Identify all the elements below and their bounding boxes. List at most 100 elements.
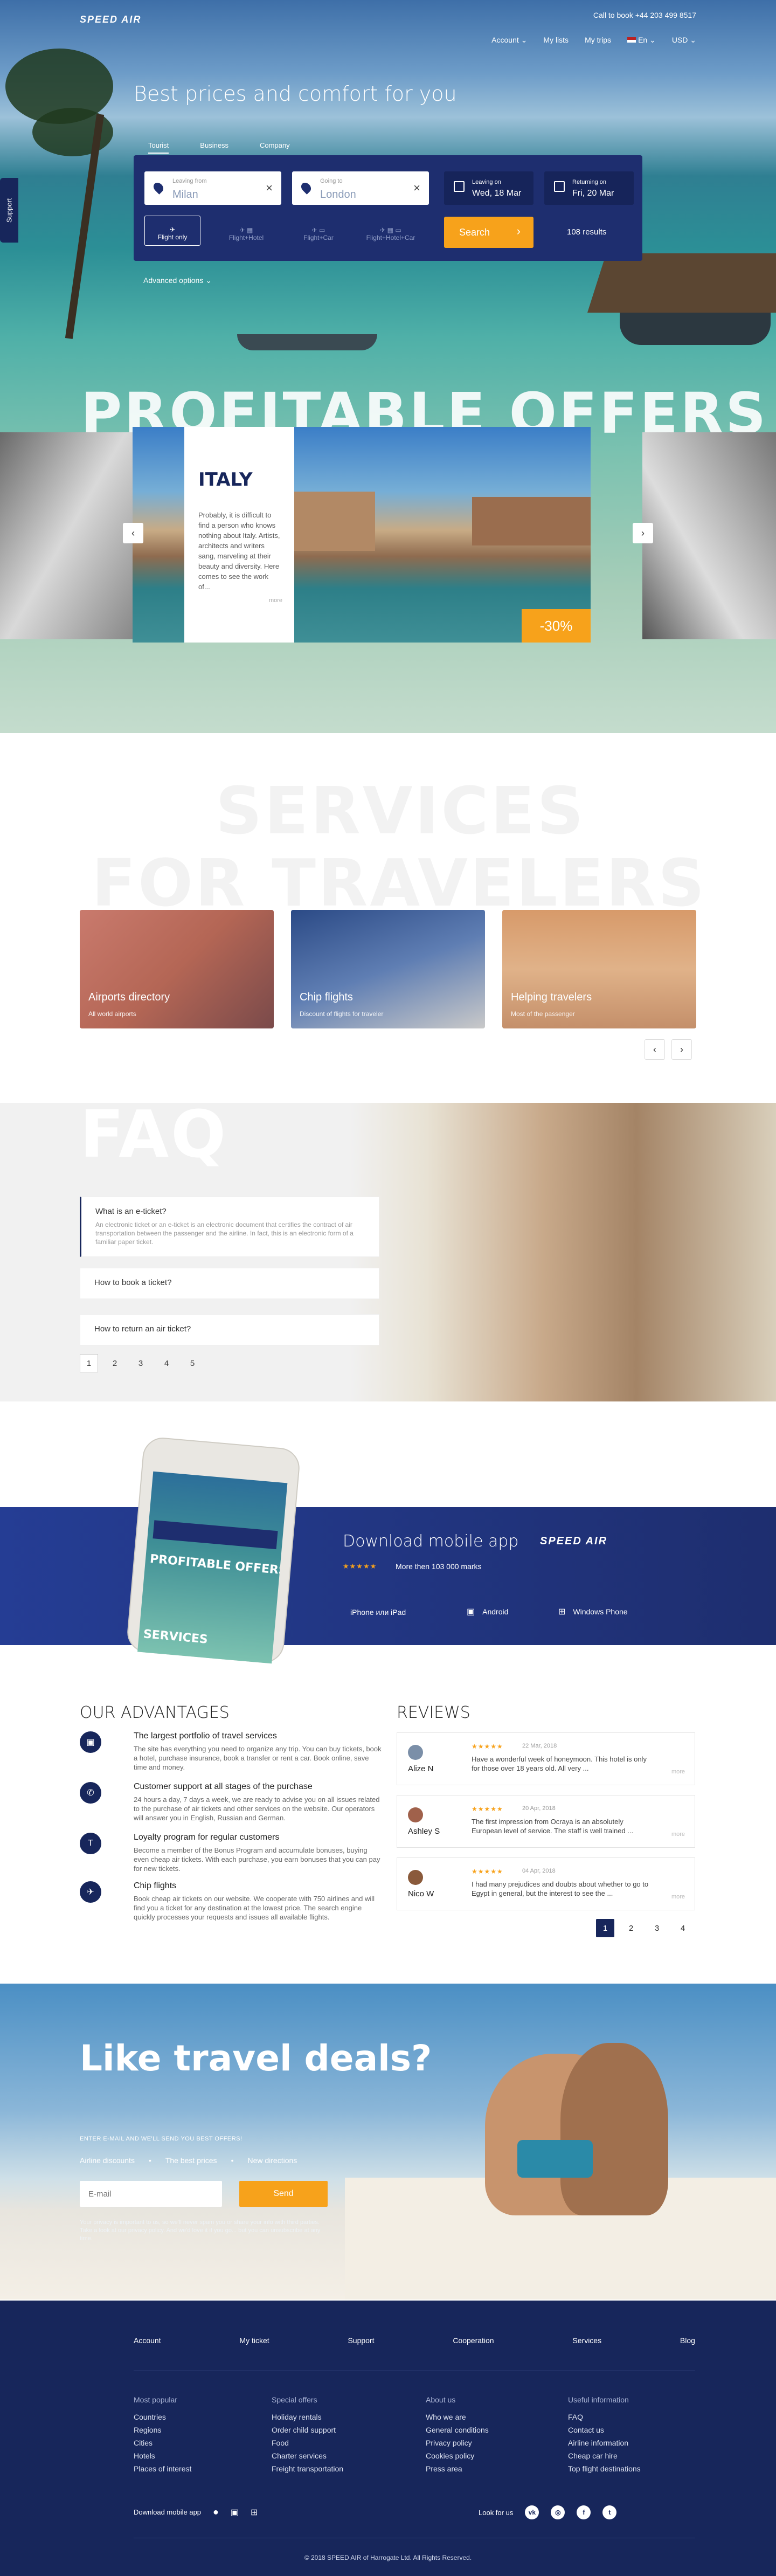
footer-link[interactable]: FAQ (568, 2411, 641, 2423)
phone-number[interactable]: Call to book +44 203 499 8517 (593, 11, 696, 19)
review-more-link[interactable]: more (671, 1769, 685, 1775)
page-button[interactable]: 1 (80, 1354, 98, 1372)
footer-link[interactable]: Food (272, 2436, 343, 2449)
footer-link[interactable]: Press area (426, 2462, 489, 2475)
footer-link[interactable]: Places of interest (134, 2462, 191, 2475)
footer: Account My ticket Support Cooperation Se… (0, 2301, 776, 2576)
faq-item[interactable]: How to book a ticket? (80, 1268, 379, 1299)
service-card-flights[interactable]: Chip flights Discount of flights for tra… (291, 910, 485, 1028)
instagram-icon[interactable]: ◎ (551, 2505, 565, 2519)
page-button[interactable]: 2 (622, 1919, 640, 1937)
footer-link[interactable]: Charter services (272, 2449, 343, 2462)
offer-more-link[interactable]: more (269, 597, 282, 604)
advantage-heading: Chip flights (134, 1881, 177, 1890)
review-stars: ★★★★★ (472, 1868, 503, 1875)
privacy-note: Your privacy is important to us, so we'l… (80, 2219, 321, 2242)
offer-card[interactable]: ITALY Probably, it is difficult to find … (184, 427, 294, 643)
footer-link[interactable]: Airline information (568, 2436, 641, 2449)
page-button[interactable]: 2 (106, 1354, 124, 1372)
footer-link[interactable]: Services (572, 2336, 601, 2345)
nav-language[interactable]: En ⌄ (627, 36, 656, 45)
footer-link[interactable]: Support (348, 2336, 374, 2345)
support-tab[interactable]: Support (0, 178, 18, 243)
phone-screen-panel (153, 1520, 278, 1550)
footer-link[interactable]: Top flight destinations (568, 2462, 641, 2475)
services-prev-button[interactable]: ‹ (645, 1039, 665, 1060)
tab-business[interactable]: Business (200, 141, 228, 154)
footer-link[interactable]: Regions (134, 2423, 191, 2436)
page-button[interactable]: 4 (157, 1354, 176, 1372)
faq-item-open[interactable]: What is an e-ticket? An electronic ticke… (80, 1197, 379, 1257)
facebook-icon[interactable]: f (577, 2505, 591, 2519)
review-more-link[interactable]: more (671, 1894, 685, 1900)
faq-item[interactable]: How to return an air ticket? (80, 1314, 379, 1345)
services-next-button[interactable]: › (671, 1039, 692, 1060)
clear-icon[interactable]: × (266, 181, 273, 195)
faq-question: How to return an air ticket? (94, 1324, 191, 1334)
page-button[interactable]: 3 (131, 1354, 150, 1372)
footer-link[interactable]: Hotels (134, 2449, 191, 2462)
android-icon[interactable]: ▣ (231, 2507, 239, 2518)
email-field[interactable] (80, 2181, 222, 2207)
footer-link[interactable]: Contact us (568, 2423, 641, 2436)
android-store-link[interactable]: ▣ Android (467, 1606, 508, 1617)
review-card[interactable]: Ashley S ★★★★★ 20 Apr, 2018 The first im… (397, 1795, 695, 1848)
returning-date[interactable]: Returning on Fri, 20 Mar (544, 171, 634, 205)
nav-my-trips[interactable]: My trips (585, 36, 611, 45)
page-button[interactable]: 1 (596, 1919, 614, 1937)
page-button[interactable]: 4 (674, 1919, 692, 1937)
service-card-airports[interactable]: Airports directory All world airports (80, 910, 274, 1028)
page-button[interactable]: 3 (648, 1919, 666, 1937)
review-card[interactable]: Nico W ★★★★★ 04 Apr, 2018 I had many pre… (397, 1857, 695, 1910)
service-card-helping[interactable]: Helping travelers Most of the passenger (502, 910, 696, 1028)
logo[interactable]: SPEED AIR (80, 14, 141, 25)
nav-account[interactable]: Account ⌄ (491, 36, 527, 45)
mode-flight-only[interactable]: ✈ Flight only (144, 216, 200, 246)
windows-icon[interactable]: ⊞ (251, 2507, 258, 2518)
nav-currency[interactable]: USD ⌄ (672, 36, 696, 45)
leaving-date[interactable]: Leaving on Wed, 18 Mar (444, 171, 534, 205)
footer-link[interactable]: Who we are (426, 2411, 489, 2423)
send-button[interactable]: Send (239, 2181, 328, 2207)
footer-link[interactable]: Freight transportation (272, 2462, 343, 2475)
page-button[interactable]: 5 (183, 1354, 202, 1372)
footer-link[interactable]: Cities (134, 2436, 191, 2449)
twitter-icon[interactable]: t (602, 2505, 617, 2519)
review-card[interactable]: Alize N ★★★★★ 22 Mar, 2018 Have a wonder… (397, 1732, 695, 1785)
building-shape (472, 497, 591, 545)
review-stars: ★★★★★ (472, 1743, 503, 1750)
footer-link[interactable]: General conditions (426, 2423, 489, 2436)
footer-link[interactable]: Cookies policy (426, 2449, 489, 2462)
footer-link[interactable]: Cooperation (453, 2336, 494, 2345)
footer-link[interactable]: Holiday rentals (272, 2411, 343, 2423)
footer-link[interactable]: Order child support (272, 2423, 343, 2436)
advanced-options-toggle[interactable]: Advanced options ⌄ (143, 276, 212, 285)
avatar (408, 1745, 423, 1760)
footer-link[interactable]: My ticket (239, 2336, 269, 2345)
perk-item: New directions (247, 2156, 297, 2165)
footer-link[interactable]: Countries (134, 2411, 191, 2423)
footer-top-nav: Account My ticket Support Cooperation Se… (134, 2336, 695, 2345)
tab-company[interactable]: Company (260, 141, 290, 154)
tab-tourist[interactable]: Tourist (148, 141, 169, 154)
avatar (408, 1807, 423, 1822)
footer-link[interactable]: Cheap car hire (568, 2449, 641, 2462)
footer-link[interactable]: Blog (680, 2336, 695, 2345)
nav-my-lists[interactable]: My lists (543, 36, 569, 45)
vk-icon[interactable]: vk (525, 2505, 539, 2519)
mode-flight-hotel[interactable]: ✈ ▦ Flight+Hotel (220, 216, 273, 246)
app-store-link[interactable]: iPhone или iPad (343, 1606, 406, 1618)
to-field[interactable]: Going to London × (292, 171, 429, 205)
clear-icon[interactable]: × (413, 181, 420, 195)
review-more-link[interactable]: more (671, 1831, 685, 1838)
from-field[interactable]: Leaving from Milan × (144, 171, 281, 205)
footer-link[interactable]: Privacy policy (426, 2436, 489, 2449)
apple-icon[interactable]: ● (213, 2506, 219, 2518)
mode-flight-hotel-car[interactable]: ✈ ▦ ▭ Flight+Hotel+Car (364, 216, 417, 246)
footer-link[interactable]: Account (134, 2336, 161, 2345)
search-button[interactable]: Search › (444, 217, 534, 248)
mode-flight-car[interactable]: ✈ ▭ Flight+Car (292, 216, 345, 246)
slider-prev-button[interactable]: ‹ (123, 523, 143, 543)
windows-store-link[interactable]: ⊞ Windows Phone (558, 1606, 628, 1617)
slider-next-button[interactable]: › (633, 523, 653, 543)
